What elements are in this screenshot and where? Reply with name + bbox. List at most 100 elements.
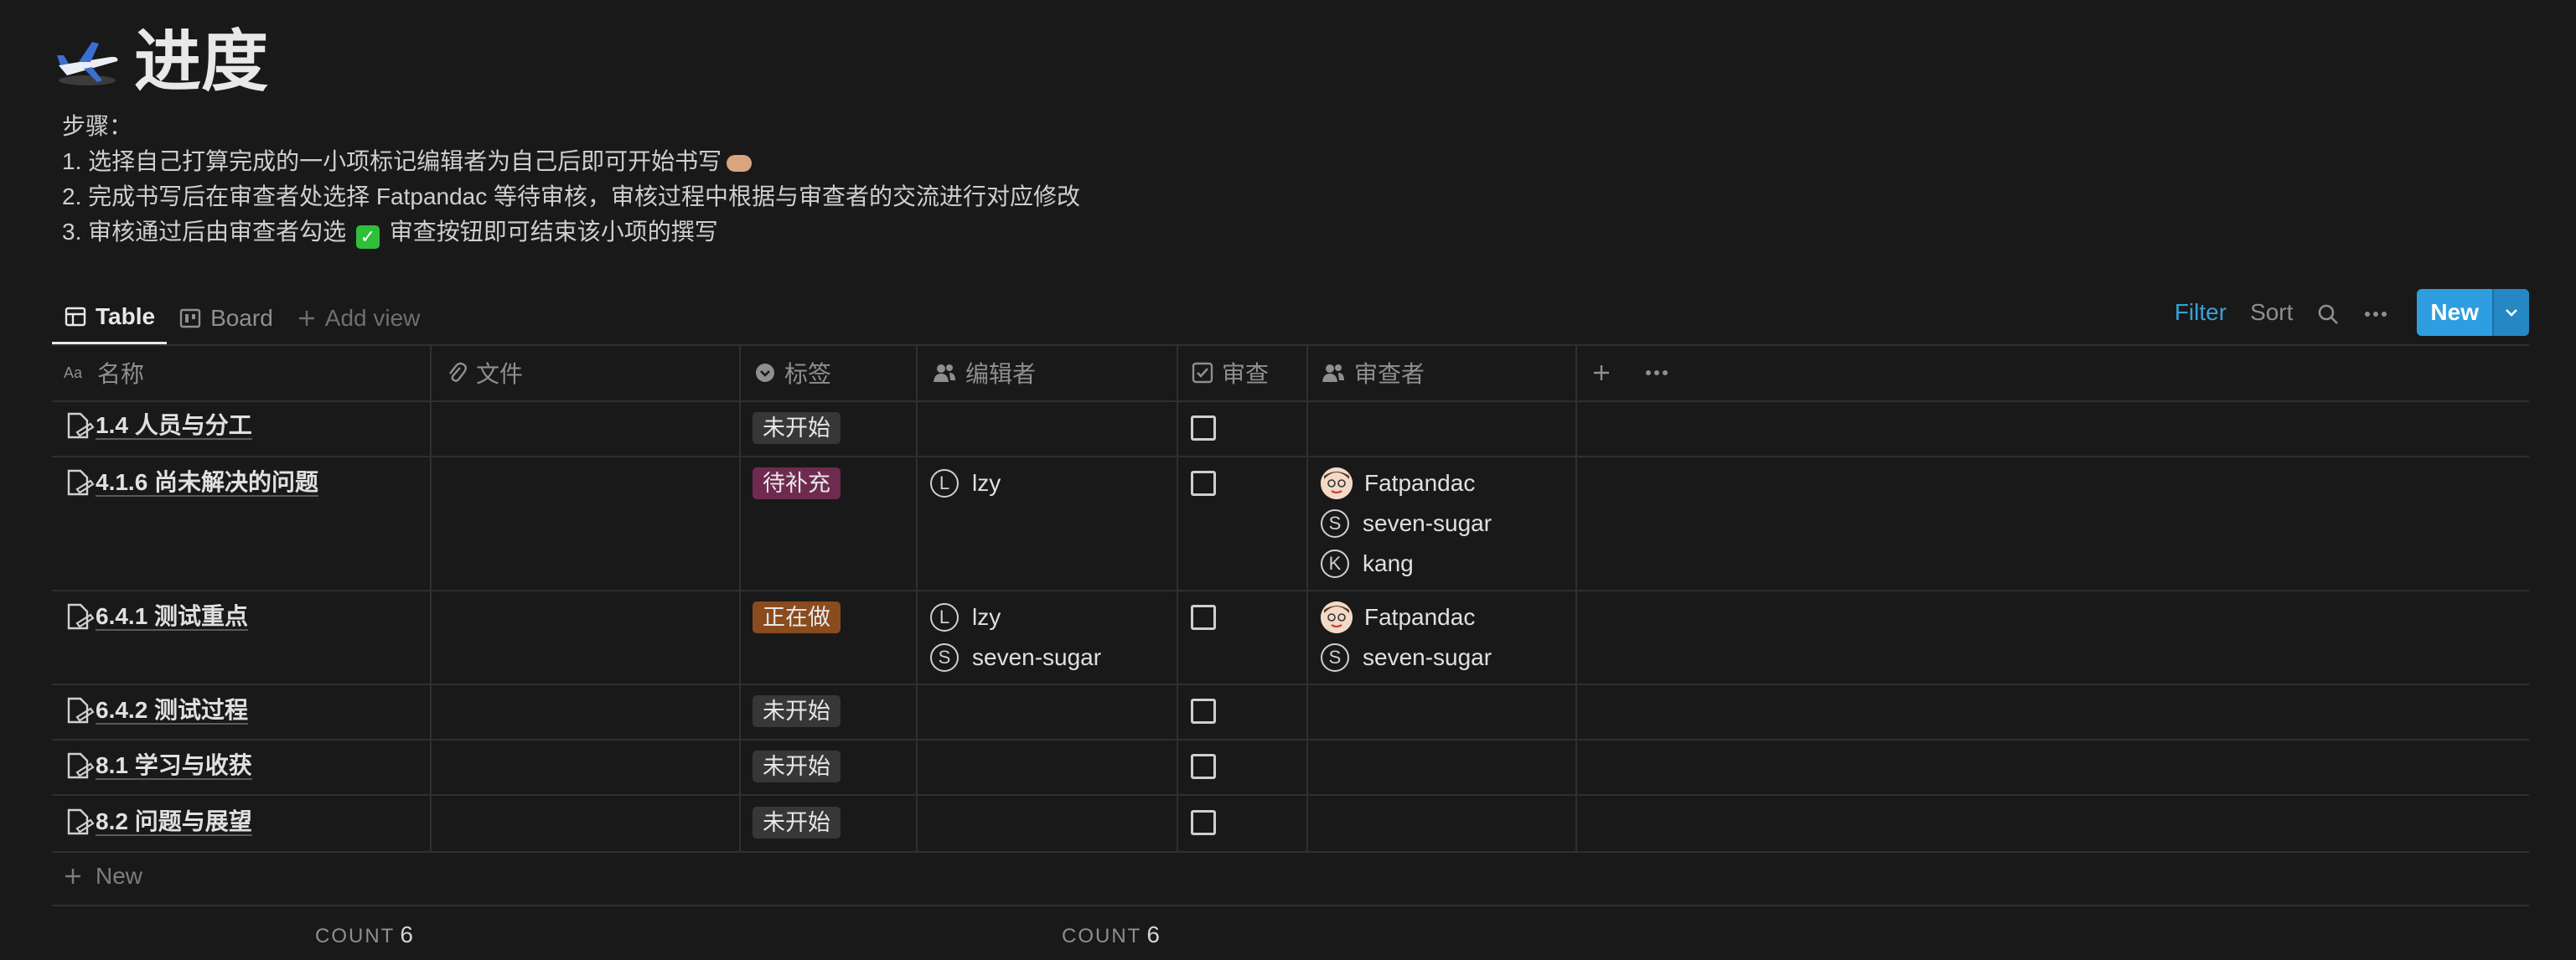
column-divider — [916, 345, 918, 851]
database-toolbar: Filter Sort New — [2175, 288, 2529, 337]
row-divider — [52, 590, 2529, 591]
table-row-name[interactable]: 4.1.6 尚未解决的问题 — [65, 469, 319, 498]
review-checkbox[interactable] — [1191, 754, 1216, 779]
column-divider — [1575, 345, 1577, 851]
page-icon — [67, 752, 95, 779]
avatar: L — [930, 469, 959, 498]
review-checkbox[interactable] — [1191, 471, 1216, 496]
page-icon — [67, 603, 95, 630]
page-icon — [67, 808, 95, 835]
person-chip: Sseven-sugar — [1321, 503, 1492, 544]
select-property-icon — [756, 364, 774, 382]
review-checkbox[interactable] — [1191, 810, 1216, 835]
avatar: K — [1321, 550, 1349, 578]
table-row-name[interactable]: 1.4 人员与分工 — [65, 412, 252, 441]
count-tag-column[interactable]: COUNT 6 — [1062, 921, 1160, 948]
column-header-reviewer[interactable]: 审查者 — [1321, 345, 1425, 400]
column-header-file[interactable]: 文件 — [446, 345, 523, 400]
filter-button[interactable]: Filter — [2175, 299, 2227, 326]
status-badge: 待补充 — [753, 467, 841, 499]
column-header-tag[interactable]: 标签 — [754, 345, 831, 400]
paperclip-icon — [449, 362, 467, 382]
status-badge: 未开始 — [753, 807, 841, 839]
chevron-down-icon[interactable] — [2492, 289, 2529, 336]
check-mark-icon: ✓ — [355, 225, 380, 249]
editor-cell[interactable]: Llzy Sseven-sugar — [930, 597, 1101, 678]
new-button[interactable]: New — [2417, 289, 2492, 336]
tab-board[interactable]: Board — [167, 292, 285, 345]
svg-text:Aa: Aa — [64, 364, 83, 381]
person-chip: Fatpandac — [1321, 597, 1492, 637]
page-icon — [67, 412, 95, 439]
column-header-review[interactable]: 审查 — [1192, 345, 1269, 400]
row-divider — [52, 684, 2529, 685]
table-icon — [65, 307, 86, 327]
table-top-border — [52, 344, 2529, 346]
status-badge: 未开始 — [753, 751, 841, 782]
page-icon — [67, 697, 95, 724]
editor-cell[interactable]: Llzy — [930, 463, 1001, 503]
search-icon[interactable] — [2316, 299, 2340, 326]
page-title: 进度 — [134, 24, 268, 99]
status-badge: 正在做 — [753, 601, 841, 633]
row-divider — [52, 851, 2529, 853]
sort-button[interactable]: Sort — [2250, 299, 2293, 326]
reviewer-cell[interactable]: Fatpandac Sseven-sugar — [1321, 597, 1492, 678]
column-header-name[interactable]: Aa 名称 — [64, 345, 144, 400]
tag-cell[interactable]: 未开始 — [753, 807, 841, 839]
table-row-name[interactable]: 8.1 学习与收获 — [65, 752, 252, 781]
row-divider — [52, 456, 2529, 457]
column-divider — [739, 345, 741, 851]
more-options-icon[interactable] — [2363, 299, 2388, 326]
airplane-icon — [54, 32, 121, 92]
avatar — [1321, 601, 1353, 633]
review-checkbox[interactable] — [1191, 605, 1216, 630]
tag-cell[interactable]: 未开始 — [753, 412, 841, 444]
person-chip: Kkang — [1321, 544, 1492, 584]
status-badge: 未开始 — [753, 695, 841, 727]
avatar — [1321, 467, 1353, 499]
table-row-name[interactable]: 6.4.2 测试过程 — [65, 697, 249, 725]
reviewer-cell[interactable]: Fatpandac Sseven-sugar Kkang — [1321, 463, 1492, 584]
column-divider — [1306, 345, 1308, 851]
review-checkbox[interactable] — [1191, 699, 1216, 724]
add-property-button[interactable] — [1591, 345, 1621, 400]
plus-icon — [1594, 365, 1609, 380]
tag-cell[interactable]: 正在做 — [753, 601, 841, 633]
row-divider — [52, 794, 2529, 796]
checkbox-property-icon — [1192, 362, 1213, 384]
avatar: L — [930, 603, 959, 632]
view-tabs: Table Board Add view — [52, 292, 432, 345]
tag-cell[interactable]: 未开始 — [753, 751, 841, 782]
person-chip: Sseven-sugar — [1321, 637, 1492, 678]
avatar: S — [1321, 509, 1349, 538]
new-button-group: New — [2417, 289, 2529, 336]
step-2: 2. 完成书写后在审查者处选择 Fatpandac 等待审核，审核过程中根据与审… — [62, 183, 1081, 209]
page-description: 步骤： 1. 选择自己打算完成的一小项标记编辑者为自己后即可开始书写 2. 完成… — [62, 109, 1080, 250]
add-view-button[interactable]: Add view — [285, 292, 432, 345]
tab-table[interactable]: Table — [52, 292, 168, 345]
person-chip: Llzy — [930, 597, 1101, 637]
step-1: 1. 选择自己打算完成的一小项标记编辑者为自己后即可开始书写 — [62, 144, 1080, 179]
tag-cell[interactable]: 待补充 — [753, 467, 841, 499]
text-property-icon: Aa — [64, 364, 83, 381]
footer-divider — [52, 905, 2529, 906]
people-icon — [934, 364, 955, 382]
people-icon — [1322, 364, 1344, 382]
avatar: S — [1321, 643, 1349, 672]
page-icon — [67, 469, 95, 496]
tag-cell[interactable]: 未开始 — [753, 695, 841, 727]
new-row-button[interactable]: New — [62, 863, 142, 890]
more-properties-icon[interactable] — [1644, 345, 1678, 400]
table-row-name[interactable]: 8.2 问题与展望 — [65, 808, 252, 837]
person-chip: Sseven-sugar — [930, 637, 1101, 678]
review-checkbox[interactable] — [1191, 415, 1216, 441]
person-chip: Fatpandac — [1321, 463, 1492, 503]
plus-icon — [298, 311, 314, 326]
column-divider — [430, 345, 432, 851]
column-divider — [1177, 345, 1178, 851]
count-name-column[interactable]: COUNT 6 — [315, 921, 413, 948]
table-row-name[interactable]: 6.4.1 测试重点 — [65, 603, 249, 632]
header-divider — [52, 400, 2529, 402]
column-header-editor[interactable]: 编辑者 — [932, 345, 1036, 400]
